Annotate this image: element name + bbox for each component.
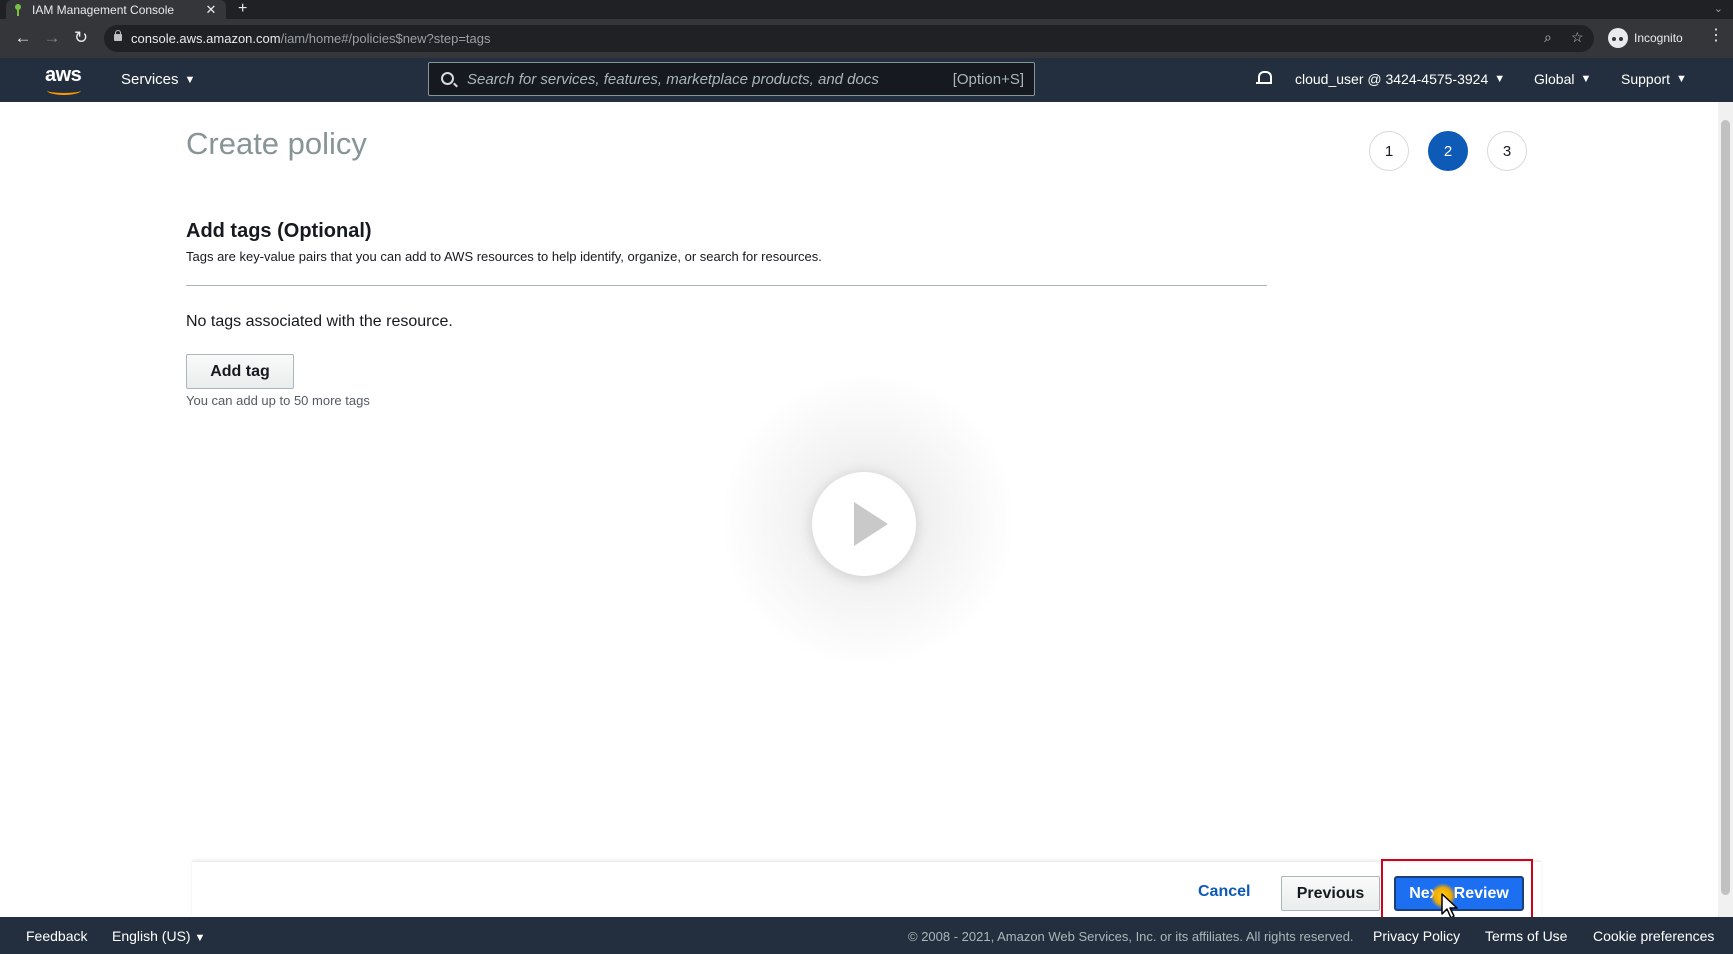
zoom-icon[interactable]: ⌕ xyxy=(1544,29,1552,46)
section-title: Add tags (Optional) xyxy=(186,220,372,242)
notification-bell-icon[interactable] xyxy=(1256,70,1272,88)
region-label: Global xyxy=(1534,71,1575,87)
step-3: 3 xyxy=(1487,131,1527,171)
aws-top-nav: aws Services ▼ [Option+S] cloud_user @ 3… xyxy=(0,58,1733,102)
page-scrollbar[interactable] xyxy=(1718,102,1733,917)
caret-down-icon: ▼ xyxy=(1494,73,1506,85)
aws-smile-icon xyxy=(47,86,81,95)
browser-menu-icon[interactable]: ⋮ xyxy=(1708,28,1724,44)
section-description: Tags are key-value pairs that you can ad… xyxy=(186,249,822,264)
incognito-icon xyxy=(1608,28,1628,48)
lock-icon xyxy=(114,30,122,41)
scrollbar-thumb[interactable] xyxy=(1721,120,1730,895)
services-label: Services xyxy=(121,71,179,88)
copyright-text: © 2008 - 2021, Amazon Web Services, Inc.… xyxy=(908,929,1354,944)
section-divider xyxy=(186,285,1267,286)
bookmark-star-icon[interactable]: ☆ xyxy=(1571,29,1584,46)
forward-arrow-icon[interactable]: → xyxy=(41,27,63,49)
console-footer: Feedback English (US) ▼ © 2008 - 2021, A… xyxy=(0,917,1733,954)
close-tab-icon[interactable]: ✕ xyxy=(204,2,218,18)
address-bar[interactable]: console.aws.amazon.com/iam/home#/policie… xyxy=(104,25,1594,52)
incognito-label: Incognito xyxy=(1634,31,1683,45)
caret-down-icon: ▼ xyxy=(1676,73,1687,85)
tab-search-icon[interactable]: ⌄ xyxy=(1714,2,1723,15)
caret-down-icon: ▼ xyxy=(194,932,206,944)
video-play-button[interactable] xyxy=(812,472,916,576)
cookie-preferences-link[interactable]: Cookie preferences xyxy=(1593,928,1714,944)
search-input[interactable] xyxy=(467,71,907,88)
search-shortcut-hint: [Option+S] xyxy=(952,71,1024,88)
page-title: Create policy xyxy=(186,126,367,161)
step-2-current: 2 xyxy=(1428,131,1468,171)
services-menu[interactable]: Services ▼ xyxy=(121,71,195,88)
language-selector[interactable]: English (US) ▼ xyxy=(112,928,205,944)
wizard-steps: 1 2 3 xyxy=(1369,131,1527,171)
new-tab-icon[interactable]: + xyxy=(238,0,247,17)
language-label: English (US) xyxy=(112,928,191,944)
add-tag-button[interactable]: Add tag xyxy=(186,354,294,389)
feedback-link[interactable]: Feedback xyxy=(26,928,87,944)
url-text: console.aws.amazon.com/iam/home#/policie… xyxy=(131,31,491,46)
step-1: 1 xyxy=(1369,131,1409,171)
support-label: Support xyxy=(1621,71,1671,87)
account-label: cloud_user @ 3424-4575-3924 xyxy=(1295,71,1489,87)
browser-tab-bar: IAM Management Console ✕ + ⌄ xyxy=(0,0,1733,19)
browser-toolbar: ← → ↻ console.aws.amazon.com/iam/home#/p… xyxy=(0,19,1733,58)
caret-down-icon: ▼ xyxy=(184,73,196,86)
play-icon xyxy=(854,502,888,546)
empty-tags-message: No tags associated with the resource. xyxy=(186,313,453,330)
previous-button[interactable]: Previous xyxy=(1281,876,1380,911)
browser-tab[interactable]: IAM Management Console ✕ xyxy=(6,0,226,19)
search-box[interactable]: [Option+S] xyxy=(428,62,1035,96)
aws-logo-text: aws xyxy=(45,64,82,86)
region-menu[interactable]: Global ▼ xyxy=(1534,71,1591,87)
caret-down-icon: ▼ xyxy=(1580,73,1592,85)
url-host: console.aws.amazon.com xyxy=(131,31,281,46)
aws-favicon-icon xyxy=(14,3,22,16)
terms-of-use-link[interactable]: Terms of Use xyxy=(1485,928,1567,944)
cancel-link[interactable]: Cancel xyxy=(1198,883,1250,901)
tag-limit-text: You can add up to 50 more tags xyxy=(186,393,370,408)
tab-title: IAM Management Console xyxy=(32,2,175,17)
account-menu[interactable]: cloud_user @ 3424-4575-3924 ▼ xyxy=(1295,71,1505,87)
support-menu[interactable]: Support ▼ xyxy=(1621,71,1687,87)
search-icon xyxy=(441,72,454,85)
incognito-indicator[interactable]: Incognito xyxy=(1608,28,1683,48)
reload-icon[interactable]: ↻ xyxy=(70,27,92,49)
url-path: /iam/home#/policies$new?step=tags xyxy=(280,31,491,46)
back-arrow-icon[interactable]: ← xyxy=(12,27,34,49)
aws-logo[interactable]: aws xyxy=(45,64,85,96)
privacy-policy-link[interactable]: Privacy Policy xyxy=(1373,928,1460,944)
